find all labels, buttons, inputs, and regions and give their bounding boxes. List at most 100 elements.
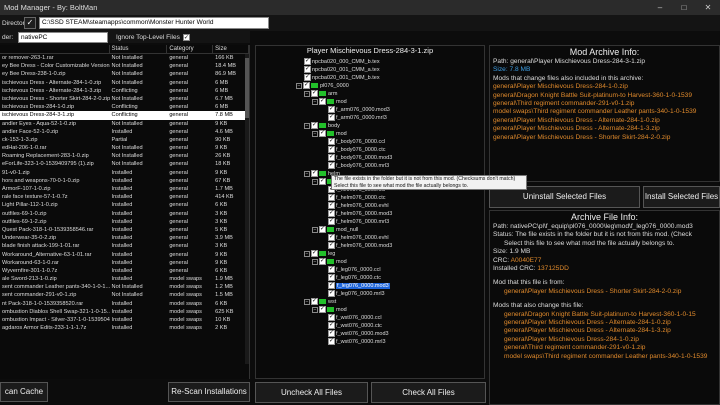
table-row[interactable]: ischievous Dress-284-3-1.zip Conflicting g…: [0, 111, 249, 120]
table-row[interactable]: andler Face-52-1-0.zip Installed general 4.…: [0, 128, 249, 136]
table-row[interactable]: hors and weapons-70-0-1-0.zip Installed ge…: [0, 177, 249, 185]
tree-checkbox[interactable]: ✓: [319, 98, 326, 105]
table-row[interactable]: Roaming Replacement-283-1-0.zip Not Insta…: [0, 152, 249, 160]
table-row[interactable]: rale face texture-57-1-0.7z Installed gene…: [0, 193, 249, 201]
collapse-toggle-icon[interactable]: −: [312, 226, 318, 233]
tree-checkbox[interactable]: ✓: [311, 122, 318, 129]
tree-checkbox[interactable]: ✓: [319, 178, 326, 185]
tree-checkbox[interactable]: ✓: [311, 90, 318, 97]
maximize-icon[interactable]: □: [672, 3, 696, 12]
table-row[interactable]: ischievous Dress - Shorter Skirt-284-2-0…: [0, 95, 249, 103]
tree-checkbox[interactable]: ✓: [304, 58, 311, 65]
table-row[interactable]: Underwear-35-0-2.zip Installed general 3.9 …: [0, 234, 249, 242]
tree-checkbox[interactable]: ✓: [328, 338, 335, 345]
tree-checkbox[interactable]: ✓: [319, 130, 326, 137]
table-row[interactable]: ischievous Dress-284-1-0.zip Conflicting g…: [0, 103, 249, 111]
collapse-toggle-icon[interactable]: −: [304, 298, 310, 305]
tree-checkbox[interactable]: ✓: [328, 290, 335, 297]
tree-checkbox[interactable]: ✓: [328, 162, 335, 169]
collapse-toggle-icon[interactable]: −: [304, 90, 310, 97]
directory-input[interactable]: C:\SSD STEAM\steamapps\common\Monster Hu…: [39, 17, 269, 29]
column-category[interactable]: Category: [167, 45, 214, 53]
tree-checkbox[interactable]: ✓: [311, 250, 318, 257]
table-row[interactable]: ombustion Impact - Silver-337-1-0-153950…: [0, 316, 249, 324]
collapse-toggle-icon[interactable]: −: [312, 178, 318, 185]
folder-filter-input[interactable]: nativePC: [18, 31, 108, 43]
table-row[interactable]: or remover-263-1.rar Not Installed general…: [0, 54, 249, 62]
rescan-installations-button[interactable]: Re-Scan Installations: [168, 382, 250, 402]
tree-checkbox[interactable]: ✓: [304, 66, 311, 73]
collapse-toggle-icon[interactable]: −: [312, 130, 318, 137]
tree-checkbox[interactable]: ✓: [304, 74, 311, 81]
ignore-top-level-toggle[interactable]: Ignore Top-Level Files ✓: [116, 33, 190, 41]
tree-file[interactable]: ✓ f_leg076_0000.mrl3: [328, 289, 385, 298]
tree-checkbox[interactable]: ✓: [328, 314, 335, 321]
collapse-toggle-icon[interactable]: −: [312, 258, 318, 265]
tree-checkbox[interactable]: ✓: [328, 154, 335, 161]
tree-checkbox[interactable]: ✓: [319, 306, 326, 313]
uncheck-all-files-button[interactable]: Uncheck All Files: [255, 382, 368, 403]
table-row[interactable]: agdaros Armor Edits-233-1-1-1.7z Installe…: [0, 324, 249, 332]
tree-checkbox[interactable]: ✓: [328, 242, 335, 249]
table-row[interactable]: ArmorF-107-1-0.zip Installed general 1.7 MB: [0, 185, 249, 193]
table-row[interactable]: ale Sword-213-1-0.zip Installed model swap…: [0, 275, 249, 283]
column-status[interactable]: Status: [110, 45, 168, 53]
collapse-toggle-icon[interactable]: −: [312, 306, 318, 313]
tree-checkbox[interactable]: ✓: [328, 146, 335, 153]
column-name[interactable]: [0, 45, 110, 53]
tree-file[interactable]: ✓ f_helm076_0000.mod3: [328, 241, 392, 250]
table-row[interactable]: 91-v0-1.zip Installed general 9 KB: [0, 169, 249, 177]
tree-checkbox[interactable]: ✓: [328, 138, 335, 145]
table-row[interactable]: Workaround_Alternative-63-1-01.rar Instal…: [0, 251, 249, 259]
tree-checkbox[interactable]: ✓: [303, 82, 310, 89]
tree-checkbox[interactable]: ✓: [319, 226, 326, 233]
table-row[interactable]: andler Eyes - Aqua-52-1-0.zip Not Install…: [0, 120, 249, 128]
table-row[interactable]: eForLife-323-1-0-1539409795 (1).zip Not I…: [0, 160, 249, 168]
column-size[interactable]: Size: [213, 45, 249, 53]
table-row[interactable]: ombustion Diablos Shell Swap-321-1-0-15.…: [0, 308, 249, 316]
scrollbar-thumb[interactable]: [245, 58, 249, 118]
table-row[interactable]: edHat-206-1-0.rar Not Installed general 9 K…: [0, 144, 249, 152]
tree-checkbox[interactable]: ✓: [328, 234, 335, 241]
table-row[interactable]: Light Pillar-112-1-0.zip Installed general…: [0, 201, 249, 209]
tree-checkbox[interactable]: ✓: [328, 210, 335, 217]
collapse-toggle-icon[interactable]: −: [312, 98, 318, 105]
collapse-toggle-icon[interactable]: −: [296, 82, 302, 89]
table-row[interactable]: ischievous Dress - Alternate-284-1-0.zip…: [0, 79, 249, 87]
table-row[interactable]: Quest Pack-318-1-0-1539358546.rar Install…: [0, 226, 249, 234]
collapse-toggle-icon[interactable]: −: [304, 170, 310, 177]
close-icon[interactable]: ✕: [696, 3, 720, 12]
table-row[interactable]: ischievous Dress - Alternate-284-1-3.zip…: [0, 87, 249, 95]
tree-checkbox[interactable]: ✓: [328, 322, 335, 329]
tree-checkbox[interactable]: ✓: [319, 258, 326, 265]
tree-checkbox[interactable]: ✓: [328, 274, 335, 281]
table-row[interactable]: ey Bee Dress - Color Customizable Versio…: [0, 62, 249, 70]
scan-cache-button[interactable]: can Cache: [0, 382, 48, 402]
table-row[interactable]: outfiles-69-1-2.zip Installed general 3 KB: [0, 218, 249, 226]
collapse-toggle-icon[interactable]: −: [304, 122, 310, 129]
table-row[interactable]: ey Bee Dress-238-1-0.zip Not Installed gen…: [0, 70, 249, 78]
tree-checkbox[interactable]: ✓: [328, 202, 335, 209]
tree-file[interactable]: ✓ f_wst076_0000.mrl3: [328, 337, 386, 346]
tree-checkbox[interactable]: ✓: [328, 194, 335, 201]
tree-checkbox[interactable]: ✓: [328, 266, 335, 273]
tree-checkbox[interactable]: ✓: [328, 218, 335, 225]
tree-checkbox[interactable]: ✓: [311, 298, 318, 305]
table-row[interactable]: blade finish attack-199-1-01.rar Installe…: [0, 242, 249, 250]
tree-checkbox[interactable]: ✓: [328, 114, 335, 121]
check-all-files-button[interactable]: Check All Files: [371, 382, 486, 403]
ignore-top-level-checkbox[interactable]: ✓: [182, 33, 190, 41]
tree-checkbox[interactable]: ✓: [328, 330, 335, 337]
table-row[interactable]: Wyvernfire-301-1-0.7z Installed general 6 K…: [0, 267, 249, 275]
install-selected-files-button[interactable]: Install Selected Files: [643, 186, 720, 208]
minimize-icon[interactable]: –: [648, 3, 672, 12]
tree-checkbox[interactable]: ✓: [311, 170, 318, 177]
tree-checkbox[interactable]: ✓: [328, 106, 335, 113]
tree-checkbox[interactable]: ✓: [328, 282, 335, 289]
table-row[interactable]: sent commander Leather pants-340-1-0-1..…: [0, 283, 249, 291]
table-row[interactable]: nt Pack-318-1-0-1539358520.rar Installed m…: [0, 300, 249, 308]
table-row[interactable]: ck-153-1-3.zip Partial general 90 KB: [0, 136, 249, 144]
table-row[interactable]: Workaround-63-1-0.rar Installed general 9 K…: [0, 259, 249, 267]
table-row[interactable]: outfiles-69-1-0.zip Installed general 3 KB: [0, 210, 249, 218]
table-row[interactable]: sent commander-291-v0-1.zip Not Installed…: [0, 291, 249, 299]
